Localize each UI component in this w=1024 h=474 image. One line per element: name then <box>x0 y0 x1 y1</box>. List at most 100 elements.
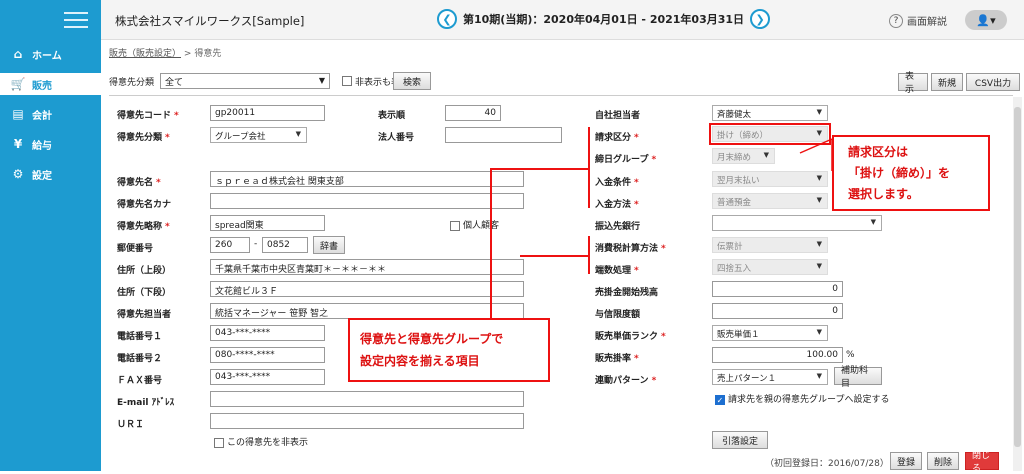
dictionary-button[interactable]: 辞書 <box>313 236 345 254</box>
sidebar-item-home[interactable]: ⌂ ホーム <box>10 43 62 65</box>
payment-method-select[interactable]: 普通預金 ▼ <box>712 193 828 209</box>
hamburger-icon[interactable] <box>64 12 88 28</box>
short-name-input[interactable]: spread関東 <box>210 215 325 231</box>
new-button[interactable]: 新規 <box>931 73 963 91</box>
scrollbar[interactable] <box>1013 97 1022 471</box>
credit-limit-input[interactable]: 0 <box>712 303 843 319</box>
tel1-input[interactable]: 043-***-**** <box>210 325 325 341</box>
tel2-input[interactable]: 080-****-**** <box>210 347 325 363</box>
hide-checkbox[interactable] <box>214 437 224 448</box>
tel2-label: 電話番号２ <box>117 354 163 364</box>
chevron-down-icon: ▼ <box>295 130 301 138</box>
chevron-down-icon: ▼ <box>816 262 822 270</box>
sidebar-item-sales[interactable]: 🛒 販売 <box>0 73 101 95</box>
aux-account-button[interactable]: 補助科目 <box>834 366 882 389</box>
address1-input[interactable]: 千葉県千葉市中央区青葉町＊－＊＊－＊＊ <box>210 259 524 275</box>
zip-separator: - <box>254 239 258 249</box>
annotation-connector <box>490 168 492 318</box>
chevron-down-icon: ▼ <box>816 108 822 116</box>
customer-class-filter-select[interactable]: 全て ▼ <box>160 73 331 89</box>
next-period-button[interactable]: ❯ <box>750 9 771 29</box>
sidebar: ⌂ ホーム 🛒 販売 ▤ 会計 ¥ 給与 ⚙ 設定 <box>0 0 101 471</box>
divider <box>109 95 1013 96</box>
register-button[interactable]: 登録 <box>890 452 922 470</box>
link-pattern-select[interactable]: 売上パターン１ ▼ <box>712 369 828 385</box>
chevron-down-icon: ▼ <box>816 372 822 380</box>
hide-label: この得意先を非表示 <box>227 438 309 448</box>
class-label: 得意先分類 * <box>117 133 170 143</box>
period-selector: ❮ 第10期(当期)：2020年04月01日 - 2021年03月31日 ❯ <box>437 9 771 29</box>
csv-export-button[interactable]: CSV出力 <box>966 73 1020 91</box>
parent-billing[interactable]: ✓ 請求先を親の得意先グループへ設定する <box>715 392 889 405</box>
closing-group-select[interactable]: 月末締め ▼ <box>712 148 775 164</box>
callout-line: 設定内容を揃える項目 <box>360 354 480 368</box>
close-button[interactable]: 閉じる <box>965 451 999 474</box>
corp-no-input[interactable] <box>445 127 562 143</box>
rounding-label: 端数処理 * <box>595 266 639 276</box>
sidebar-item-label: 給与 <box>32 140 52 152</box>
debit-setting-button[interactable]: 引落設定 <box>712 431 768 449</box>
code-input[interactable]: gp20011 <box>210 105 325 121</box>
period-text: 第10期(当期)：2020年04月01日 - 2021年03月31日 <box>463 13 745 26</box>
search-button[interactable]: 検索 <box>393 72 431 90</box>
scrollbar-thumb[interactable] <box>1014 107 1021 447</box>
staff-select[interactable]: 斉藤健太 ▼ <box>712 105 828 121</box>
fax-input[interactable]: 043-***-**** <box>210 369 325 385</box>
opening-balance-label: 売掛金開始残高 <box>595 288 659 298</box>
address2-input[interactable]: 文花館ビル３Ｆ <box>210 281 524 297</box>
sales-rate-label: 販売掛率 * <box>595 354 639 364</box>
rounding-value: 四捨五入 <box>717 264 752 274</box>
show-hidden-checkbox[interactable] <box>342 76 353 86</box>
personal-checkbox[interactable] <box>450 220 460 231</box>
help-link[interactable]: ? 画面解説 <box>889 13 947 28</box>
money-bag-icon: ¥ <box>13 137 23 151</box>
kana-input[interactable] <box>210 193 524 209</box>
price-rank-select[interactable]: 販売単価１ ▼ <box>712 325 828 341</box>
bank-select[interactable]: ▼ <box>712 215 882 231</box>
user-menu-button[interactable]: 👤▾ <box>965 10 1007 30</box>
email-input[interactable] <box>210 391 524 407</box>
payment-terms-select[interactable]: 翌月末払い ▼ <box>712 171 828 187</box>
zip2-input[interactable]: 0852 <box>262 237 308 253</box>
class-value: グループ会社 <box>215 132 266 142</box>
prev-period-button[interactable]: ❮ <box>437 9 457 29</box>
class-select[interactable]: グループ会社 ▼ <box>210 127 307 143</box>
zip1-input[interactable]: 260 <box>210 237 250 253</box>
filter-label: 得意先分類 <box>109 77 155 88</box>
link-pattern-value: 売上パターン１ <box>717 374 777 384</box>
home-icon: ⌂ <box>13 47 23 61</box>
sidebar-item-label: 会計 <box>32 110 52 122</box>
credit-limit-label: 与信限度額 <box>595 310 641 320</box>
tax-calc-select[interactable]: 伝票計 ▼ <box>712 237 828 253</box>
contact-person-input[interactable]: 統括マネージャー 笹野 智之 <box>210 303 524 319</box>
zip-label: 郵便番号 <box>117 244 154 254</box>
tax-calc-value: 伝票計 <box>717 242 743 252</box>
callout-billing-type: 請求区分は 「掛け（締め）」を 選択します。 <box>832 135 990 211</box>
opening-balance-input[interactable]: 0 <box>712 281 843 297</box>
hide-customer[interactable]: この得意先を非表示 <box>214 435 308 448</box>
sidebar-item-label: 設定 <box>32 170 52 182</box>
order-input[interactable]: 40 <box>445 105 501 121</box>
filter-value: 全て <box>165 77 184 88</box>
sidebar-item-accounting[interactable]: ▤ 会計 <box>10 103 52 125</box>
callout-line: 得意先と得意先グループで <box>360 332 504 346</box>
payment-method-value: 普通預金 <box>717 198 752 208</box>
parent-billing-checkbox[interactable]: ✓ <box>715 394 725 405</box>
sales-rate-input[interactable]: 100.00 <box>712 347 843 363</box>
sidebar-item-payroll[interactable]: ¥ 給与 <box>10 133 52 155</box>
chevron-down-icon: ▼ <box>816 240 822 248</box>
order-label: 表示順 <box>378 111 406 121</box>
breadcrumb-parent-link[interactable]: 販売（販売設定） <box>109 49 181 59</box>
delete-button[interactable]: 削除 <box>927 452 959 470</box>
name-input[interactable]: ｓｐｒｅａｄ株式会社 関東支部 <box>210 171 524 187</box>
tax-calc-label: 消費税計算方法 * <box>595 244 666 254</box>
percent-unit: % <box>846 350 855 360</box>
sidebar-item-settings[interactable]: ⚙ 設定 <box>10 163 52 185</box>
closing-group-label: 締日グループ * <box>595 155 657 165</box>
show-button[interactable]: 表示 <box>898 72 928 95</box>
kana-label: 得意先名カナ <box>117 200 172 210</box>
uri-label: ＵＲＩ <box>117 420 145 430</box>
uri-input[interactable] <box>210 413 524 429</box>
staff-value: 斉藤健太 <box>717 110 752 120</box>
rounding-select[interactable]: 四捨五入 ▼ <box>712 259 828 275</box>
